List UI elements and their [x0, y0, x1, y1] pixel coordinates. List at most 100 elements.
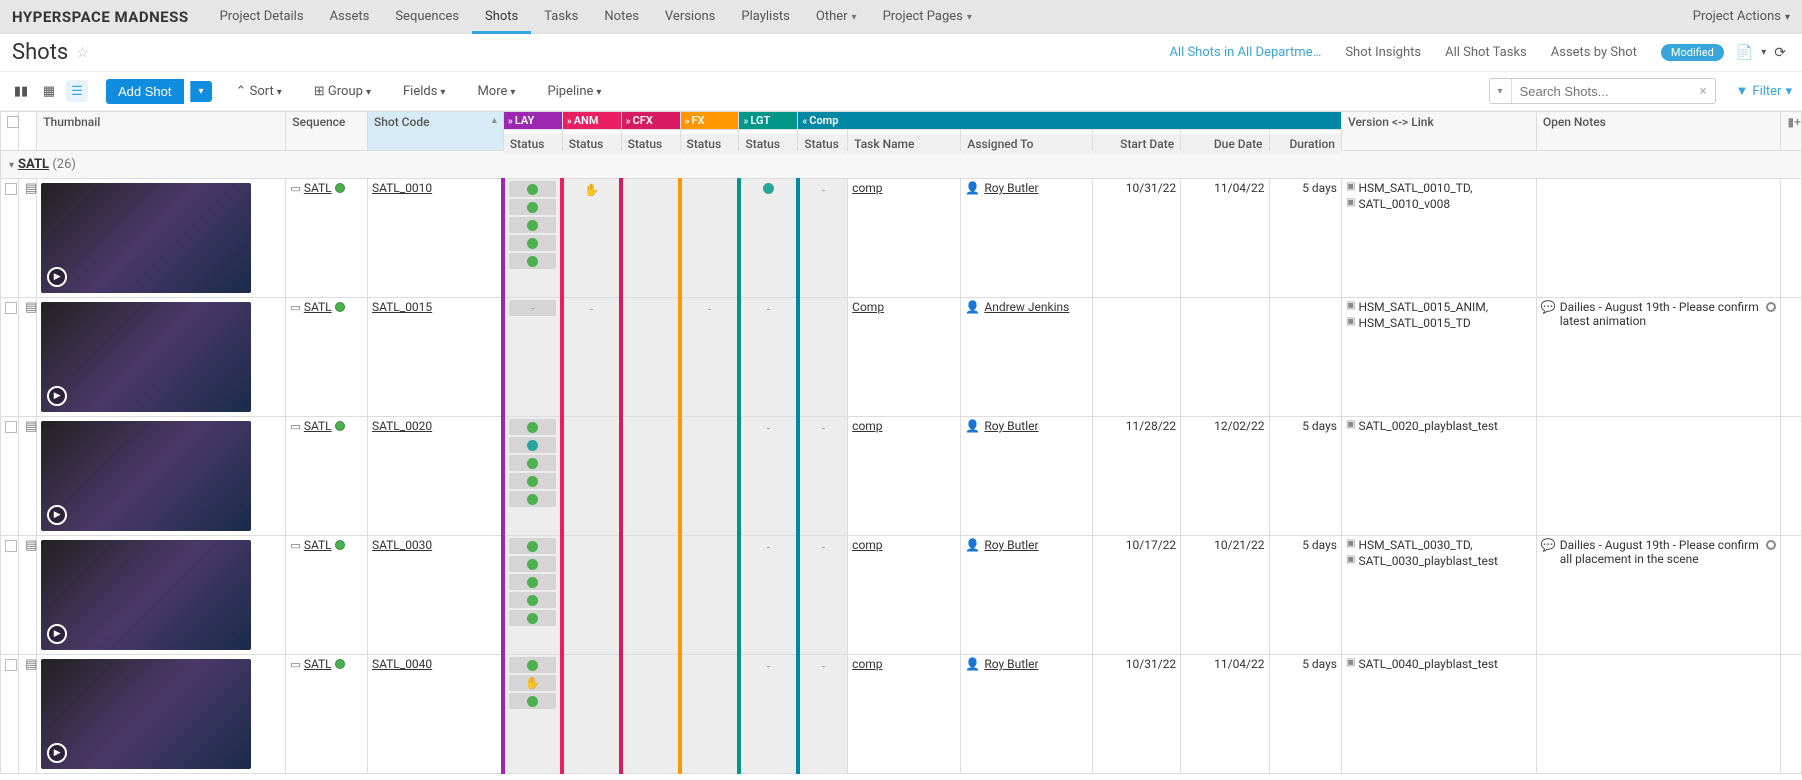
open-notes-cell[interactable]: 💬Dailies - August 19th - Please confirm … [1536, 536, 1781, 655]
step-header-anm[interactable]: »ANM [562, 112, 621, 130]
version-link-cell[interactable]: ▣HSM_SATL_0015_ANIM,▣HSM_SATL_0015_TD [1342, 298, 1537, 417]
duration-cell[interactable]: 5 days [1269, 536, 1342, 655]
favorite-star-icon[interactable]: ☆ [76, 45, 89, 61]
open-notes-cell[interactable] [1536, 655, 1781, 774]
sequence-cell[interactable]: ▭SATL [286, 298, 368, 417]
link-assets-by-shot[interactable]: Assets by Shot [1551, 45, 1637, 60]
cfx-status[interactable] [621, 655, 680, 774]
version-link-cell[interactable]: ▣SATL_0040_playblast_test [1342, 655, 1537, 774]
row-checkbox[interactable] [1, 179, 19, 298]
col-comp-status[interactable]: Status [798, 133, 848, 154]
comp-status[interactable]: - [798, 655, 848, 774]
thumbnail[interactable]: ▶ [37, 298, 286, 417]
search-clear-icon[interactable]: × [1692, 84, 1715, 99]
lay-status[interactable] [503, 179, 562, 298]
shot-code-cell[interactable]: SATL_0015 [367, 298, 503, 417]
cfx-status[interactable] [621, 298, 680, 417]
task-name-cell[interactable]: comp [848, 179, 961, 298]
comp-status[interactable]: - [798, 417, 848, 536]
comp-status[interactable] [798, 298, 848, 417]
task-name-cell[interactable]: comp [848, 536, 961, 655]
version-link-cell[interactable]: ▣HSM_SATL_0010_TD,▣SATL_0010_v008 [1342, 179, 1537, 298]
nav-tab-playlists[interactable]: Playlists [728, 0, 802, 34]
lay-status[interactable] [503, 536, 562, 655]
lgt-status[interactable]: - [739, 417, 798, 536]
col-duration[interactable]: Duration [1269, 133, 1342, 154]
row-card-icon[interactable]: ▤ [23, 417, 39, 436]
fx-status[interactable] [680, 417, 739, 536]
search-input[interactable] [1512, 84, 1692, 99]
col-lgt-status[interactable]: Status [739, 133, 798, 154]
shot-code-cell[interactable]: SATL_0020 [367, 417, 503, 536]
open-notes-cell[interactable] [1536, 417, 1781, 536]
view-list-icon[interactable]: ▮▮ [10, 80, 32, 102]
start-date-cell[interactable] [1092, 298, 1180, 417]
assigned-to-cell[interactable]: 👤Roy Butler [961, 179, 1092, 298]
modified-badge[interactable]: Modified [1661, 44, 1724, 61]
nav-tab-notes[interactable]: Notes [591, 0, 652, 34]
start-date-cell[interactable]: 10/31/22 [1092, 179, 1180, 298]
nav-tab-assets[interactable]: Assets [317, 0, 383, 34]
lay-status[interactable] [503, 417, 562, 536]
nav-tab-project-pages[interactable]: Project Pages▾ [870, 0, 985, 34]
assigned-to-cell[interactable]: 👤Roy Butler [961, 655, 1092, 774]
col-lay-status[interactable]: Status [503, 133, 562, 154]
start-date-cell[interactable]: 10/17/22 [1092, 536, 1180, 655]
play-icon[interactable]: ▶ [47, 624, 67, 644]
row-checkbox[interactable] [1, 536, 19, 655]
col-thumbnail[interactable]: Thumbnail [37, 112, 286, 151]
duration-cell[interactable] [1269, 298, 1342, 417]
due-date-cell[interactable]: 11/04/22 [1181, 179, 1269, 298]
save-page-icon[interactable]: 📄 [1736, 45, 1753, 61]
anm-status[interactable]: - [562, 298, 621, 417]
anm-status[interactable]: ✋ [562, 179, 621, 298]
row-checkbox[interactable] [1, 298, 19, 417]
play-icon[interactable]: ▶ [47, 386, 67, 406]
shot-code-cell[interactable]: SATL_0010 [367, 179, 503, 298]
due-date-cell[interactable]: 10/21/22 [1181, 536, 1269, 655]
open-notes-cell[interactable]: 💬Dailies - August 19th - Please confirm … [1536, 298, 1781, 417]
lay-status[interactable]: ✋ [503, 655, 562, 774]
nav-tab-project-details[interactable]: Project Details [207, 0, 317, 34]
lgt-status[interactable]: - [739, 298, 798, 417]
col-anm-status[interactable]: Status [562, 133, 621, 154]
step-header-comp[interactable]: «Comp [798, 112, 1342, 130]
lgt-status[interactable] [739, 179, 798, 298]
col-fx-status[interactable]: Status [680, 133, 739, 154]
fx-status[interactable] [680, 536, 739, 655]
sequence-cell[interactable]: ▭SATL [286, 417, 368, 536]
step-header-lay[interactable]: »LAY [503, 112, 562, 130]
col-assigned-to[interactable]: Assigned To [961, 133, 1092, 154]
row-checkbox[interactable] [1, 655, 19, 774]
shot-code-cell[interactable]: SATL_0040 [367, 655, 503, 774]
select-all-checkbox[interactable] [1, 112, 19, 151]
comp-status[interactable]: - [798, 179, 848, 298]
play-icon[interactable]: ▶ [47, 267, 67, 287]
add-shot-dropdown[interactable]: ▾ [190, 81, 212, 102]
task-name-cell[interactable]: Comp [848, 298, 961, 417]
col-due-date[interactable]: Due Date [1181, 133, 1269, 154]
due-date-cell[interactable]: 12/02/22 [1181, 417, 1269, 536]
col-shot-code[interactable]: Shot Code ▴ [367, 112, 503, 151]
sequence-cell[interactable]: ▭SATL [286, 179, 368, 298]
lgt-status[interactable]: - [739, 655, 798, 774]
project-actions-menu[interactable]: Project Actions▾ [1693, 9, 1790, 24]
col-open-notes[interactable]: Open Notes [1536, 112, 1781, 151]
col-sequence[interactable]: Sequence [286, 112, 368, 151]
more-menu[interactable]: More▾ [469, 80, 523, 103]
step-header-lgt[interactable]: »LGT [739, 112, 798, 130]
step-header-cfx[interactable]: »CFX [621, 112, 680, 130]
due-date-cell[interactable]: 11/04/22 [1181, 655, 1269, 774]
duration-cell[interactable]: 5 days [1269, 655, 1342, 774]
link-all-shot-tasks[interactable]: All Shot Tasks [1445, 45, 1527, 60]
fx-status[interactable] [680, 655, 739, 774]
search-scope-dropdown[interactable]: ▾ [1490, 79, 1512, 103]
version-link-cell[interactable]: ▣HSM_SATL_0030_TD,▣SATL_0030_playblast_t… [1342, 536, 1537, 655]
start-date-cell[interactable]: 10/31/22 [1092, 655, 1180, 774]
view-detail-icon[interactable]: ☰ [66, 80, 88, 102]
thumbnail[interactable]: ▶ [37, 417, 286, 536]
nav-tab-tasks[interactable]: Tasks [531, 0, 591, 34]
anm-status[interactable] [562, 417, 621, 536]
assigned-to-cell[interactable]: 👤Roy Butler [961, 417, 1092, 536]
thumbnail[interactable]: ▶ [37, 655, 286, 774]
